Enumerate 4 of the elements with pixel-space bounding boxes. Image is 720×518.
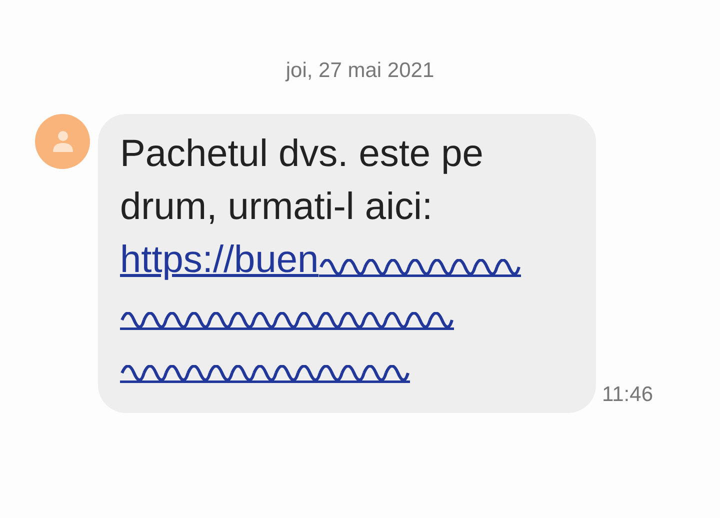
message-link[interactable]: https://buen <box>120 234 319 287</box>
date-label: joi, 27 mai 2021 <box>284 58 436 84</box>
message-text: Pachetul dvs. este pe drum, urmati-l aici: <box>120 132 484 230</box>
message-time: 11:46 <box>602 383 653 407</box>
